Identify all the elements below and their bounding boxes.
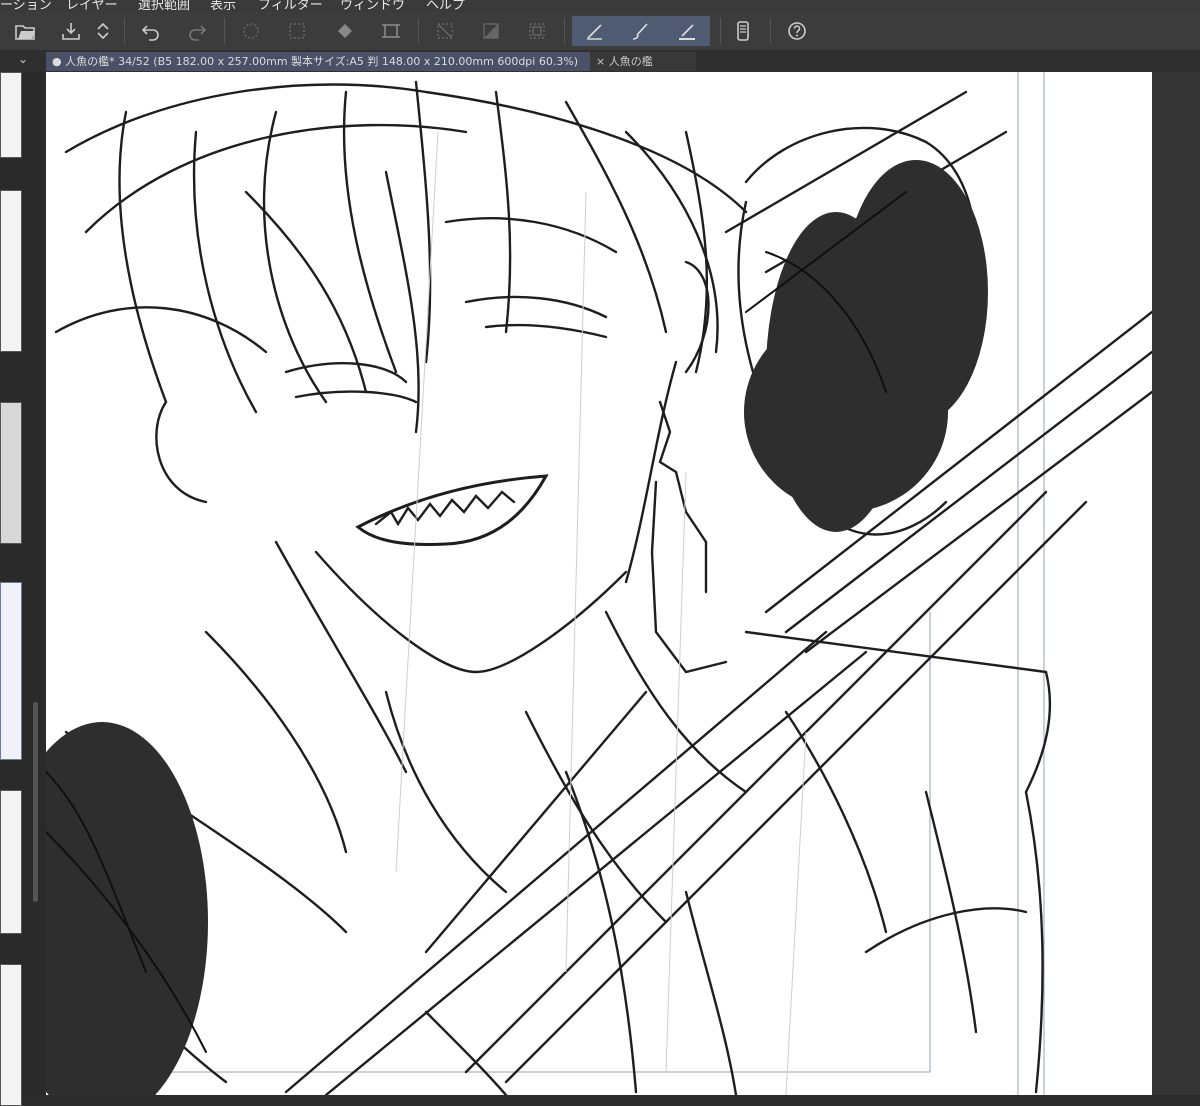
tab-document-active[interactable]: ● 人魚の檻* 34/52 (B5 182.00 x 257.00mm 製本サイ… [46,52,592,71]
redo-icon [189,25,207,41]
transform-button[interactable] [376,16,406,46]
transform-icon [382,24,400,38]
menu-item-selection[interactable]: 選択範囲 [138,0,190,12]
fill-button[interactable] [330,16,360,46]
erase-outside-icon [437,23,453,39]
page-thumbnail[interactable] [0,402,22,544]
thumbnail-scrollbar[interactable] [33,702,38,902]
smartphone-icon [737,21,749,41]
dark-blob-group [46,160,988,1095]
right-panel [1152,72,1200,1095]
invert-selection-button[interactable] [476,16,506,46]
toolbar-separator [720,18,721,44]
menu-item-filter[interactable]: フィルター [258,0,323,12]
page-thumbnail-panel [0,72,44,1106]
page-thumbnail[interactable] [0,790,22,934]
chevron-down-icon[interactable]: ⌄ [18,52,28,66]
clear-selection-button[interactable] [236,16,266,46]
border-icon [529,23,545,39]
invert-selection-icon [483,23,499,39]
menu-bar: ーション レイヤー 選択範囲 表示 フィルター ウィンドウ ヘルプ [0,0,1200,12]
erase-outside-button[interactable] [430,16,460,46]
open-button[interactable] [10,16,40,46]
clear-selection-icon [243,23,259,39]
smartphone-button[interactable] [728,16,758,46]
scroll-icon [97,22,109,40]
page-thumbnail[interactable] [0,964,22,1106]
border-button[interactable] [522,16,552,46]
menu-item-animation[interactable]: ーション [0,0,52,12]
document-tab-bar: ⌄ ● 人魚の檻* 34/52 (B5 182.00 x 257.00mm 製本… [0,50,1200,72]
toolbar-separator [418,18,419,44]
scroll-button[interactable] [92,16,114,46]
toolbar-separator [770,18,771,44]
ruler-pen-button[interactable] [664,16,710,46]
save-button[interactable] [56,16,86,46]
redo-button[interactable] [182,16,212,46]
page-thumbnail-selected[interactable] [0,582,22,760]
menu-item-help[interactable]: ヘルプ [426,0,465,12]
toolbar-separator [124,18,125,44]
menu-item-layer[interactable]: レイヤー [66,0,118,12]
selection-icon [289,23,305,39]
sketch-artwork [46,72,1152,1095]
toolbar-separator [224,18,225,44]
selection-button[interactable] [282,16,312,46]
toolbar-separator [564,18,565,44]
brush-icon [632,23,648,40]
help-icon [788,22,806,40]
command-bar [0,12,1200,51]
undo-button[interactable] [136,16,166,46]
pen-tool-button[interactable] [572,16,618,46]
undo-icon [141,25,159,41]
brush-tool-button[interactable] [618,16,664,46]
save-icon [62,23,80,40]
help-button[interactable] [782,16,812,46]
ruler-pen-icon [679,24,695,40]
menu-item-view[interactable]: 表示 [210,0,236,12]
tab-document-second[interactable]: × 人魚の檻 [590,52,696,71]
fill-icon [338,24,352,38]
pen-icon [587,24,602,40]
page-thumbnail[interactable] [0,190,22,352]
open-icon [15,25,35,40]
drawing-canvas[interactable] [46,72,1152,1095]
page-thumbnail[interactable] [0,72,22,158]
menu-item-window[interactable]: ウィンドウ [340,0,405,12]
